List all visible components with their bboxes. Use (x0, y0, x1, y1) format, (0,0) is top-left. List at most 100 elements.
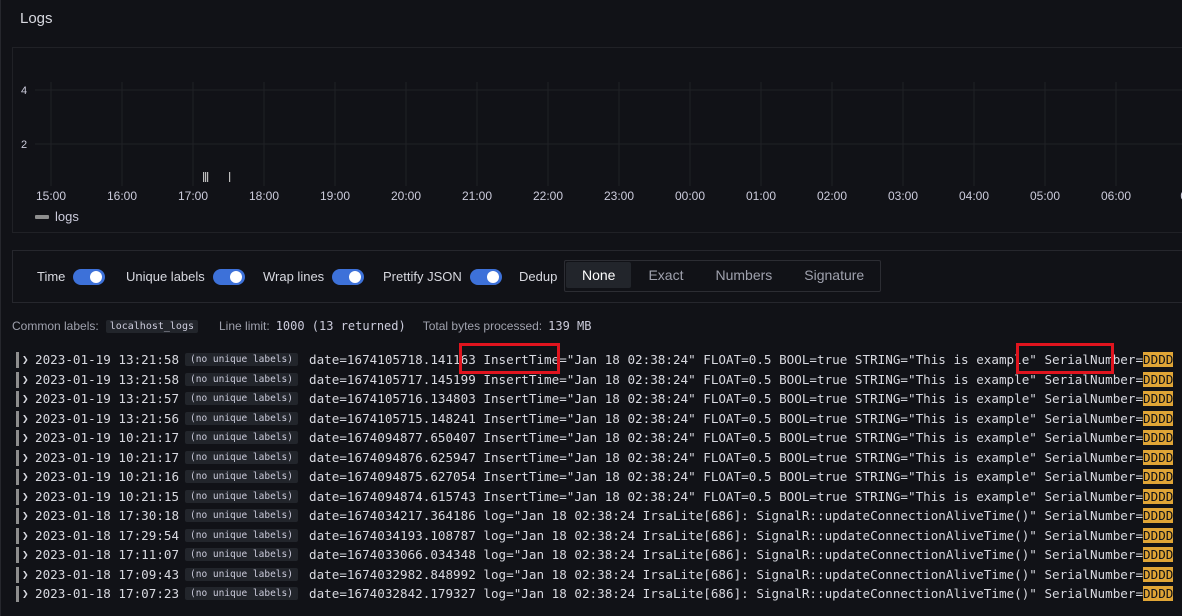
log-message-text: date=1674105716.134803 InsertTime="Jan 1… (309, 391, 1144, 406)
log-row[interactable]: ❯ 2023-01-19 10:21:15 (no unique labels) da… (16, 487, 1182, 507)
chevron-right-icon[interactable]: ❯ (22, 506, 29, 526)
log-row[interactable]: ❯ 2023-01-19 13:21:58 (no unique labels) da… (16, 350, 1182, 370)
y-tick-label: 2 (21, 139, 27, 151)
log-message-text: date=1674034217.364186 log="Jan 18 02:38… (309, 508, 1144, 523)
logs-volume-graph: 4 2 15:00 16:00 17:00 18:00 19:00 20:00 21:00 22:… (12, 47, 1182, 233)
common-labels-chip: localhost_logs (105, 319, 198, 333)
log-row[interactable]: ❯ 2023-01-19 10:21:17 (no unique labels) da… (16, 448, 1182, 468)
search-highlight: DDDD (1143, 586, 1174, 601)
unique-labels-chip: (no unique labels) (185, 372, 298, 386)
chevron-right-icon[interactable]: ❯ (22, 448, 29, 468)
unique-labels-chip: (no unique labels) (185, 548, 298, 561)
log-timestamp: 2023-01-18 17:07:23 (35, 586, 180, 601)
volume-bar (207, 172, 209, 182)
dedup-signature-button[interactable]: Signature (788, 261, 880, 289)
unique-labels-chip: (no unique labels) (185, 528, 298, 542)
chevron-right-icon[interactable]: ❯ (22, 487, 29, 507)
chevron-right-icon[interactable]: ❯ (22, 370, 29, 390)
log-message-text: date=1674094875.627054 InsertTime="Jan 1… (309, 469, 1144, 484)
time-label: Time (37, 269, 66, 284)
wrap-lines-toggle[interactable] (332, 268, 365, 285)
log-row[interactable]: ❯ 2023-01-19 13:21:57 (no unique labels) da… (16, 389, 1182, 409)
log-level-bar (16, 547, 19, 563)
wrap-lines-option: Wrap lines (263, 251, 365, 302)
unique-labels-chip: (no unique labels) (185, 587, 298, 600)
unique-labels-chip: (no unique labels) (185, 392, 298, 405)
chevron-right-icon[interactable]: ❯ (22, 584, 29, 604)
log-message: date=1674094874.615743 InsertTime="Jan 1… (309, 487, 1174, 507)
x-tick-label: 21:00 (462, 189, 492, 203)
log-message: date=1674032842.179327 log="Jan 18 02:38… (309, 584, 1174, 604)
chevron-right-icon[interactable]: ❯ (22, 545, 29, 565)
chevron-right-icon[interactable]: ❯ (22, 467, 29, 487)
unique-labels-chip: (no unique labels) (185, 411, 298, 425)
chevron-right-icon[interactable]: ❯ (22, 565, 29, 585)
x-tick-label: 22:00 (533, 189, 563, 203)
x-tick-label: 00:00 (675, 189, 705, 203)
dedup-numbers-button[interactable]: Numbers (699, 261, 788, 289)
common-labels-label: Common labels: (12, 319, 99, 333)
time-toggle[interactable] (73, 268, 106, 285)
dedup-segmented-control: None Exact Numbers Signature (564, 260, 882, 292)
log-row[interactable]: ❯ 2023-01-18 17:30:18 (no unique labels) da… (16, 506, 1182, 526)
dedup-exact-button[interactable]: Exact (632, 261, 699, 289)
log-level-bar (16, 527, 19, 544)
legend-swatch (35, 214, 49, 219)
unique-labels-chip: (no unique labels) (185, 353, 298, 366)
log-message-text: date=1674094876.625947 InsertTime="Jan 1… (309, 449, 1144, 465)
search-highlight: DDDD (1143, 547, 1174, 562)
log-level-bar (16, 371, 19, 388)
line-limit-label: Line limit: (219, 319, 270, 333)
prettify-json-toggle[interactable] (469, 268, 502, 285)
volume-bar (205, 172, 207, 182)
dedup-option: Dedup (519, 251, 557, 302)
search-highlight: DDDD (1143, 371, 1174, 387)
x-tick-label: 20:00 (391, 189, 421, 203)
log-timestamp: 2023-01-19 10:21:15 (35, 488, 180, 504)
log-timestamp: 2023-01-19 13:21:58 (35, 371, 180, 387)
log-level-bar (16, 566, 19, 583)
time-option: Time (37, 251, 106, 302)
log-timestamp: 2023-01-19 10:21:16 (35, 469, 180, 484)
graph-legend[interactable]: logs (35, 209, 79, 224)
log-message: date=1674094875.627054 InsertTime="Jan 1… (309, 467, 1174, 487)
log-message: date=1674033066.034348 log="Jan 18 02:38… (309, 545, 1174, 565)
unique-labels-chip: (no unique labels) (185, 509, 298, 522)
log-row[interactable]: ❯ 2023-01-19 13:21:56 (no unique labels) da… (16, 409, 1182, 429)
log-message: date=1674094876.625947 InsertTime="Jan 1… (309, 448, 1174, 468)
volume-bar (229, 172, 231, 182)
unique-labels-chip: (no unique labels) (185, 450, 298, 464)
log-level-bar (16, 352, 19, 368)
log-level-bar (16, 430, 19, 446)
annotation-box-serialnumber (1016, 343, 1114, 374)
log-row[interactable]: ❯ 2023-01-19 10:21:16 (no unique labels) da… (16, 467, 1182, 487)
chevron-right-icon[interactable]: ❯ (22, 526, 29, 546)
chevron-right-icon[interactable]: ❯ (22, 428, 29, 448)
log-timestamp: 2023-01-18 17:11:07 (35, 547, 180, 562)
log-row[interactable]: ❯ 2023-01-19 13:21:58 (no unique labels) da… (16, 370, 1182, 390)
log-level-bar (16, 488, 19, 505)
unique-labels-chip: (no unique labels) (185, 470, 298, 483)
log-row[interactable]: ❯ 2023-01-19 10:21:17 (no unique labels) da… (16, 428, 1182, 448)
log-timestamp: 2023-01-19 10:21:17 (35, 449, 180, 465)
chevron-right-icon[interactable]: ❯ (22, 409, 29, 429)
log-row[interactable]: ❯ 2023-01-18 17:29:54 (no unique labels) da… (16, 526, 1182, 546)
chevron-right-icon[interactable]: ❯ (22, 350, 29, 370)
log-message-text: date=1674094877.650407 InsertTime="Jan 1… (309, 430, 1144, 445)
log-options-bar: Time Unique labels Wrap lines Prettify J… (12, 250, 1182, 303)
x-tick-label: 16:00 (107, 189, 137, 203)
unique-labels-toggle[interactable] (212, 268, 245, 285)
log-level-bar (16, 449, 19, 466)
log-row[interactable]: ❯ 2023-01-18 17:11:07 (no unique labels) da… (16, 545, 1182, 565)
chevron-right-icon[interactable]: ❯ (22, 389, 29, 409)
log-message: date=1674105715.148241 InsertTime="Jan 1… (309, 409, 1174, 429)
dedup-label: Dedup (519, 269, 558, 284)
unique-labels-chip: (no unique labels) (185, 567, 298, 581)
wrap-lines-label: Wrap lines (263, 269, 325, 284)
search-highlight: DDDD (1143, 352, 1174, 367)
dedup-none-button[interactable]: None (566, 262, 632, 288)
x-tick-label: 06:00 (1101, 189, 1131, 203)
log-message-text: date=1674105715.148241 InsertTime="Jan 1… (309, 410, 1144, 426)
log-row[interactable]: ❯ 2023-01-18 17:09:43 (no unique labels) da… (16, 565, 1182, 585)
log-row[interactable]: ❯ 2023-01-18 17:07:23 (no unique labels) da… (16, 584, 1182, 604)
